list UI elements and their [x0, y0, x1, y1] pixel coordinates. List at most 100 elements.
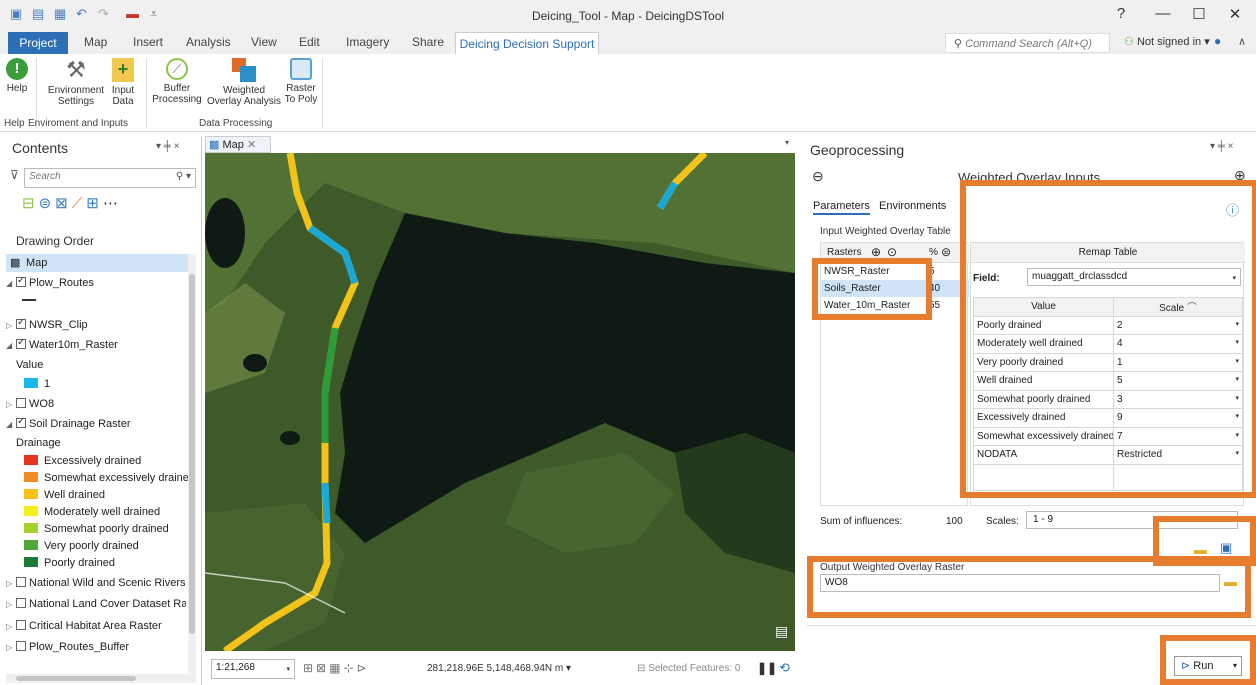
map-coordinates[interactable]: 281,218.96E 5,148,468.94N m ▾	[427, 663, 571, 674]
tab-edit[interactable]: Edit	[299, 35, 320, 49]
contents-pane-controls[interactable]: ▾ ╪ ×	[156, 141, 180, 152]
filter-icon[interactable]: ⊽	[10, 168, 19, 182]
search-icon: ⚲	[954, 38, 963, 50]
help-ribbon-button[interactable]: ! Help	[4, 58, 30, 94]
map-layer-row[interactable]: ▩ Map	[6, 254, 188, 272]
buffer-icon: ⟋	[166, 58, 188, 80]
drainage-heading: Drainage	[16, 437, 61, 449]
back-icon[interactable]: ⊖	[812, 168, 824, 185]
map-status-bar: 1:21,268 ▾ ⊞⊠▦⊹⊳ 281,218.96E 5,148,468.94…	[205, 651, 798, 685]
search-icon: ⚲ ▾	[175, 171, 191, 182]
tab-imagery[interactable]: Imagery	[346, 35, 389, 49]
maximize-button[interactable]: ☐	[1184, 5, 1214, 23]
drawing-order-icon[interactable]: ⊟	[22, 195, 39, 212]
pause-drawing-icon[interactable]: ❚❚	[757, 661, 777, 675]
add-raster-icon[interactable]: ⊕	[871, 245, 881, 259]
contents-vertical-scrollbar[interactable]	[188, 254, 196, 674]
group-help: Help	[4, 118, 25, 129]
legend-item: Very poorly drained	[24, 540, 204, 557]
group-environment-inputs: Enviroment and Inputs	[28, 118, 129, 129]
layer-checkbox[interactable]	[16, 277, 26, 287]
legend-swatch	[24, 378, 38, 388]
legend-item: Excessively drained	[24, 455, 204, 472]
legend-swatch	[24, 540, 38, 550]
legend-item: Somewhat poorly drained	[24, 523, 204, 540]
ribbon-tabs: Project Map Insert Analysis View Edit Im…	[0, 32, 1256, 55]
map-tools-icons[interactable]: ⊞⊠▦⊹⊳	[303, 661, 370, 675]
tab-insert[interactable]: Insert	[133, 35, 163, 49]
tab-deicing-decision-support[interactable]: Deicing Decision Support	[455, 32, 599, 55]
layer-wo8[interactable]: ▷ WO8	[6, 398, 186, 415]
layer-checkbox[interactable]	[16, 620, 26, 630]
layer-checkbox[interactable]	[16, 339, 26, 349]
title-bar: ▣ ▤ ▦ ↶ ↷ ▬ ⩡ Deicing_Tool - Map - Deici…	[0, 0, 1256, 32]
editing-icon[interactable]: ⟋	[72, 195, 87, 212]
scales-label: Scales:	[986, 516, 1019, 527]
tab-project[interactable]: Project	[8, 32, 68, 54]
map-scale-input[interactable]: 1:21,268 ▾	[211, 659, 295, 679]
close-tab-icon[interactable]: ✕	[247, 139, 256, 151]
map-icon: ▩	[209, 139, 220, 151]
map-icon: ▩	[10, 257, 21, 269]
selection-icon: ⊟	[637, 663, 646, 674]
layer-checkbox[interactable]	[16, 418, 26, 428]
environment-settings-button[interactable]: ⚒ Environment Settings	[46, 57, 106, 108]
geoprocessing-pane-controls[interactable]: ▾ ╪ ×	[1210, 141, 1234, 152]
legend-item: Poorly drained	[24, 557, 204, 574]
layer-checkbox[interactable]	[16, 398, 26, 408]
layer-critical-habitat[interactable]: ▷ Critical Habitat Area Raster	[6, 620, 186, 637]
collapse-ribbon-icon[interactable]: ∧	[1238, 35, 1246, 48]
layer-checkbox[interactable]	[16, 641, 26, 651]
data-source-icon[interactable]: ⊜	[39, 195, 56, 212]
account-menu[interactable]: ⚇ Not signed in ▾	[1124, 35, 1210, 48]
legend-swatch	[24, 455, 38, 465]
layer-national-wild-scenic[interactable]: ▷ National Wild and Scenic Rivers R	[6, 577, 186, 594]
map-view-tab[interactable]: ▩ Map ✕	[205, 136, 271, 153]
map-navigator-icon[interactable]: ▤	[775, 623, 788, 640]
layer-plow-routes-buffer[interactable]: ▷ Plow_Routes_Buffer	[6, 641, 186, 658]
geoprocessing-title: Geoprocessing	[810, 142, 905, 158]
minimize-button[interactable]: —	[1148, 5, 1178, 22]
weighted-overlay-analysis-button[interactable]: Weighted Overlay Analysis	[205, 58, 283, 107]
raster-options-icon[interactable]: ⊙	[887, 245, 897, 259]
tab-analysis[interactable]: Analysis	[186, 35, 231, 49]
legend-swatch	[24, 523, 38, 533]
sum-label: Sum of influences:	[820, 516, 903, 527]
raster-to-poly-button[interactable]: Raster To Poly	[284, 58, 318, 105]
legend-swatch	[24, 472, 38, 482]
notifications-icon[interactable]: ●	[1214, 34, 1221, 48]
layer-checkbox[interactable]	[16, 577, 26, 587]
tab-environments[interactable]: Environments	[879, 200, 946, 212]
help-button[interactable]: ?	[1106, 5, 1136, 22]
layer-nwsr-clip[interactable]: ▷NWSR_Clip	[6, 319, 186, 336]
tab-share[interactable]: Share	[412, 35, 444, 49]
contents-horizontal-scrollbar[interactable]	[6, 674, 196, 683]
equal-weights-icon[interactable]: ⊜	[941, 245, 951, 259]
highlight-remap-table	[960, 180, 1256, 498]
layer-water10m-raster[interactable]: ◢Water10m_Raster	[6, 339, 186, 356]
legend-item: Somewhat excessively drained	[24, 472, 204, 489]
contents-search-input[interactable]: Search ⚲ ▾	[24, 168, 196, 188]
layer-plow-routes[interactable]: ◢Plow_Routes	[6, 277, 186, 294]
input-data-button[interactable]: + Input Data	[108, 58, 138, 107]
command-search-input[interactable]: ⚲ Command Search (Alt+Q)	[945, 33, 1110, 53]
close-button[interactable]: ✕	[1220, 5, 1250, 23]
tab-view[interactable]: View	[251, 35, 277, 49]
tab-overflow-icon[interactable]: ▾	[785, 138, 789, 147]
snapping-icon[interactable]: ⊞	[86, 195, 103, 212]
buffer-processing-button[interactable]: ⟋ Buffer Processing	[152, 58, 202, 105]
layer-checkbox[interactable]	[16, 319, 26, 329]
tab-parameters[interactable]: Parameters	[813, 200, 870, 215]
refresh-icon[interactable]: ⟲	[779, 660, 790, 676]
selected-features: ⊟ Selected Features: 0	[637, 663, 741, 674]
layer-soil-drainage-raster[interactable]: ◢Soil Drainage Raster	[6, 418, 186, 435]
layer-checkbox[interactable]	[16, 598, 26, 608]
tools-icon: ⚒	[66, 57, 86, 82]
layer-national-land-cover[interactable]: ▷ National Land Cover Dataset Rast	[6, 598, 186, 615]
selection-icon[interactable]: ⊠	[55, 195, 72, 212]
more-icon[interactable]: ⋯	[103, 195, 122, 212]
legend-item: Well drained	[24, 489, 204, 506]
map-canvas[interactable]: ▤	[205, 153, 795, 651]
tab-map[interactable]: Map	[84, 35, 107, 49]
raster-to-poly-icon	[290, 58, 312, 80]
